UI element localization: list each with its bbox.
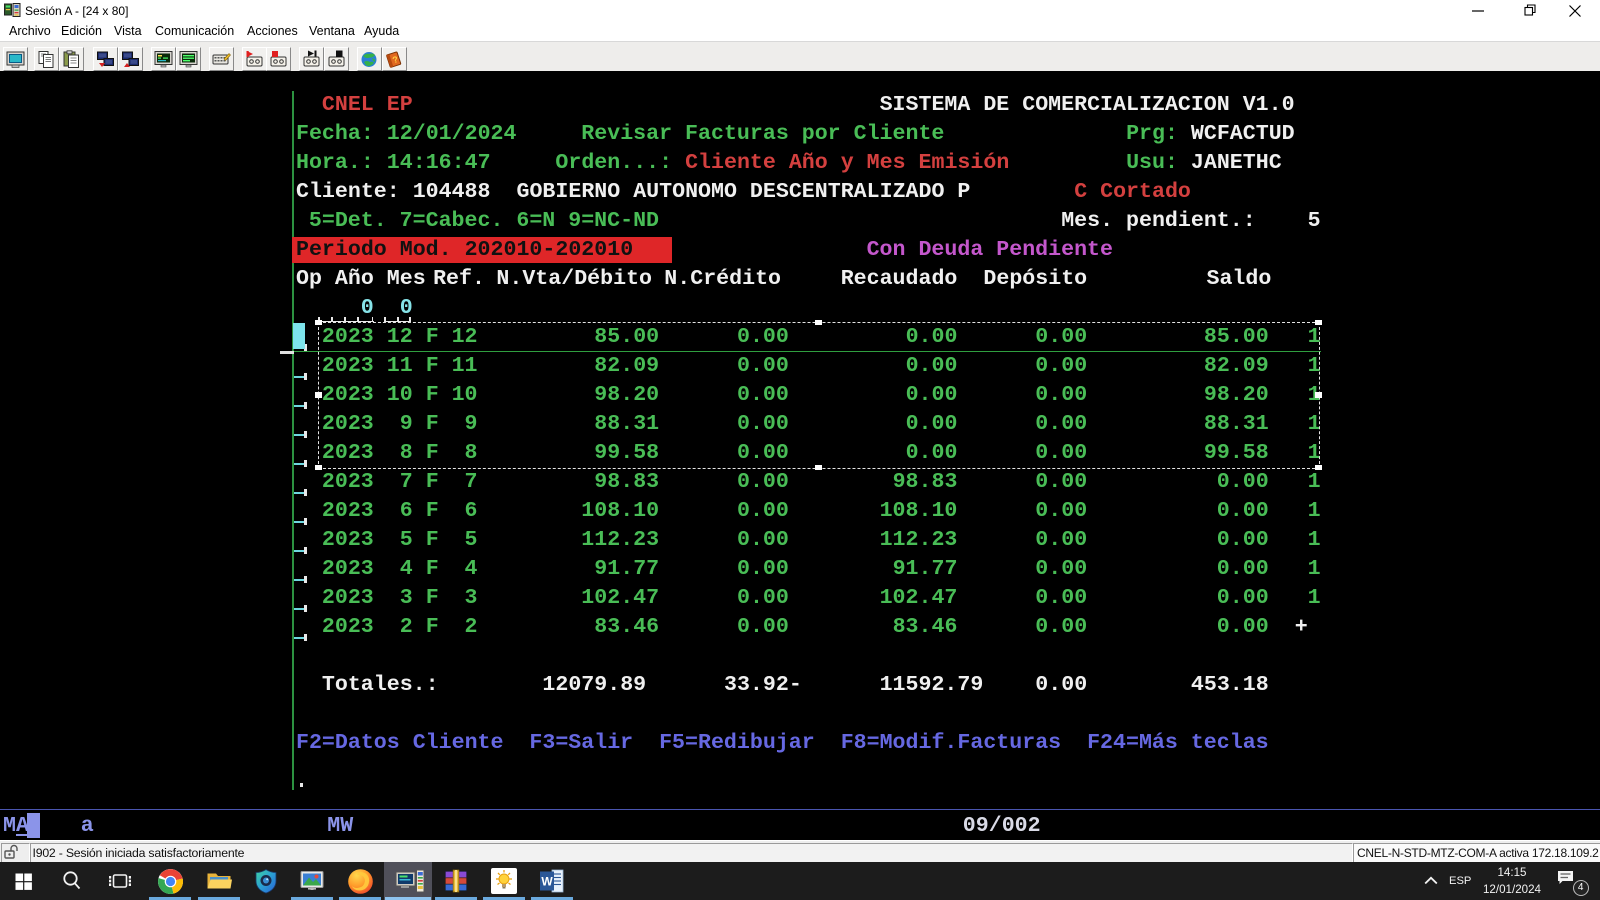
svg-text:W: W	[541, 875, 553, 889]
